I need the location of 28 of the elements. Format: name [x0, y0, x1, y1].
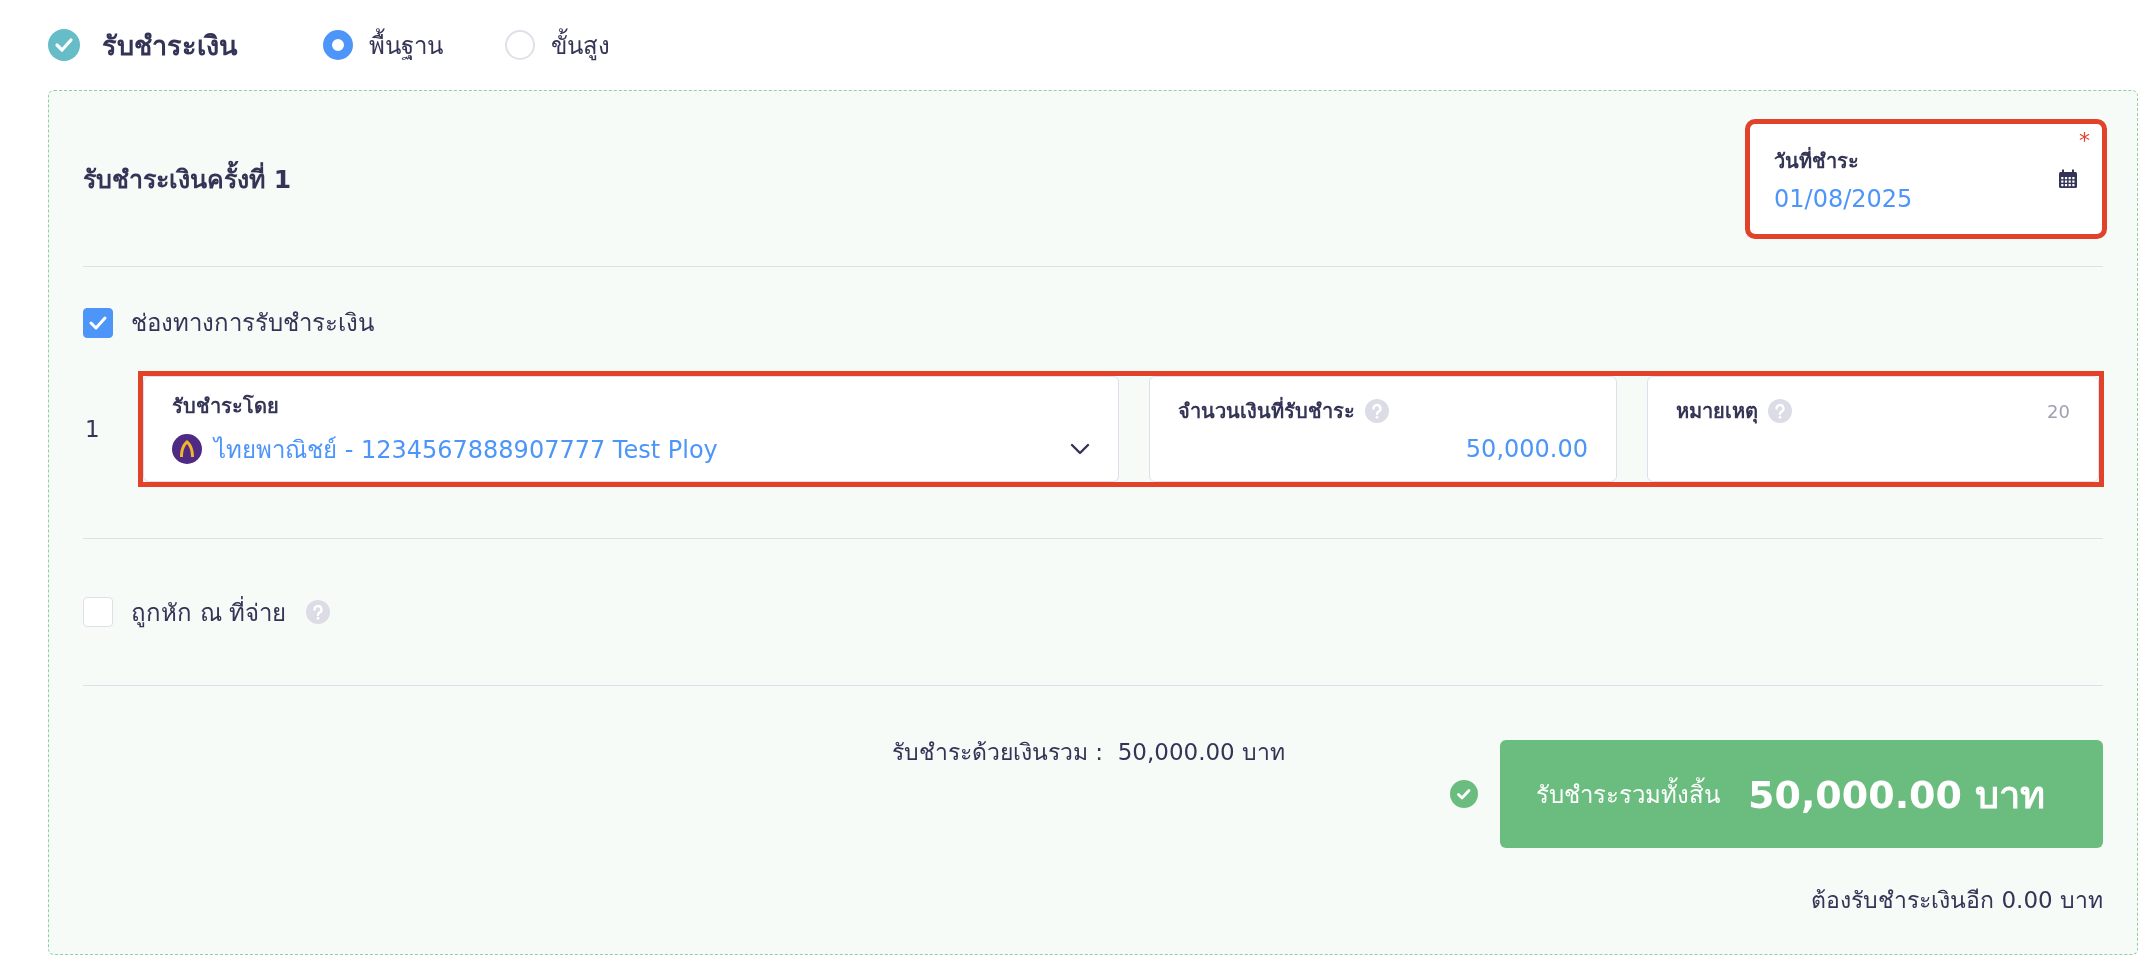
- dropdown-value: ไทยพาณิชย์ - 1234567888907777 Test Ploy: [214, 434, 719, 466]
- field-label: วันที่ชำระ: [1774, 146, 1860, 175]
- checkbox[interactable]: [83, 307, 113, 338]
- field-label: รับชำระโดย: [172, 392, 280, 420]
- checkbox-label: ถูกหัก ณ ที่จ่าย: [131, 595, 287, 630]
- payment-title: รับชำระเงินครั้งที่ 1: [83, 158, 292, 199]
- note-field[interactable]: หมายเหตุ 20: [1647, 376, 2099, 482]
- mode-radio[interactable]: พื้นฐาน: [323, 25, 443, 65]
- section-heading: รับชำระเงิน: [102, 28, 237, 63]
- field-label: จำนวนเงินที่รับชำระ: [1178, 396, 1355, 425]
- payment-method-dropdown[interactable]: รับชำระโดย ไทยพาณิชย์ - 1234567888907777 Test Ploy: [143, 376, 1119, 482]
- amount-field[interactable]: จำนวนเงินที่รับชำระ 50,000.00: [1149, 376, 1617, 482]
- help-icon: [306, 600, 331, 624]
- remaining-text: ต้องรับชำระเงินอีก 0.00 บาท: [1811, 886, 2103, 915]
- checkbox-label: ช่องทางการรับชำระเงิน: [131, 308, 374, 339]
- emblem-icon: [172, 434, 202, 464]
- calendar-icon: [2058, 168, 2078, 189]
- help-icon: [1768, 399, 1792, 423]
- date-value: 01/08/2025: [1774, 184, 1913, 213]
- subtotal-text: รับชำระด้วยเงินรวม : 50,000.00 บาท: [892, 738, 1286, 767]
- chevron-down-icon: [1070, 443, 1090, 455]
- character-counter: 20: [2047, 400, 2070, 422]
- field-label: หมายเหตุ: [1676, 398, 1758, 426]
- amount-value: 50,000.00: [1464, 435, 1588, 463]
- required-mark: *: [2079, 127, 2090, 153]
- mode-radio[interactable]: ขั้นสูง: [505, 25, 610, 65]
- row-number: 1: [84, 416, 101, 442]
- help-icon: [1365, 399, 1389, 423]
